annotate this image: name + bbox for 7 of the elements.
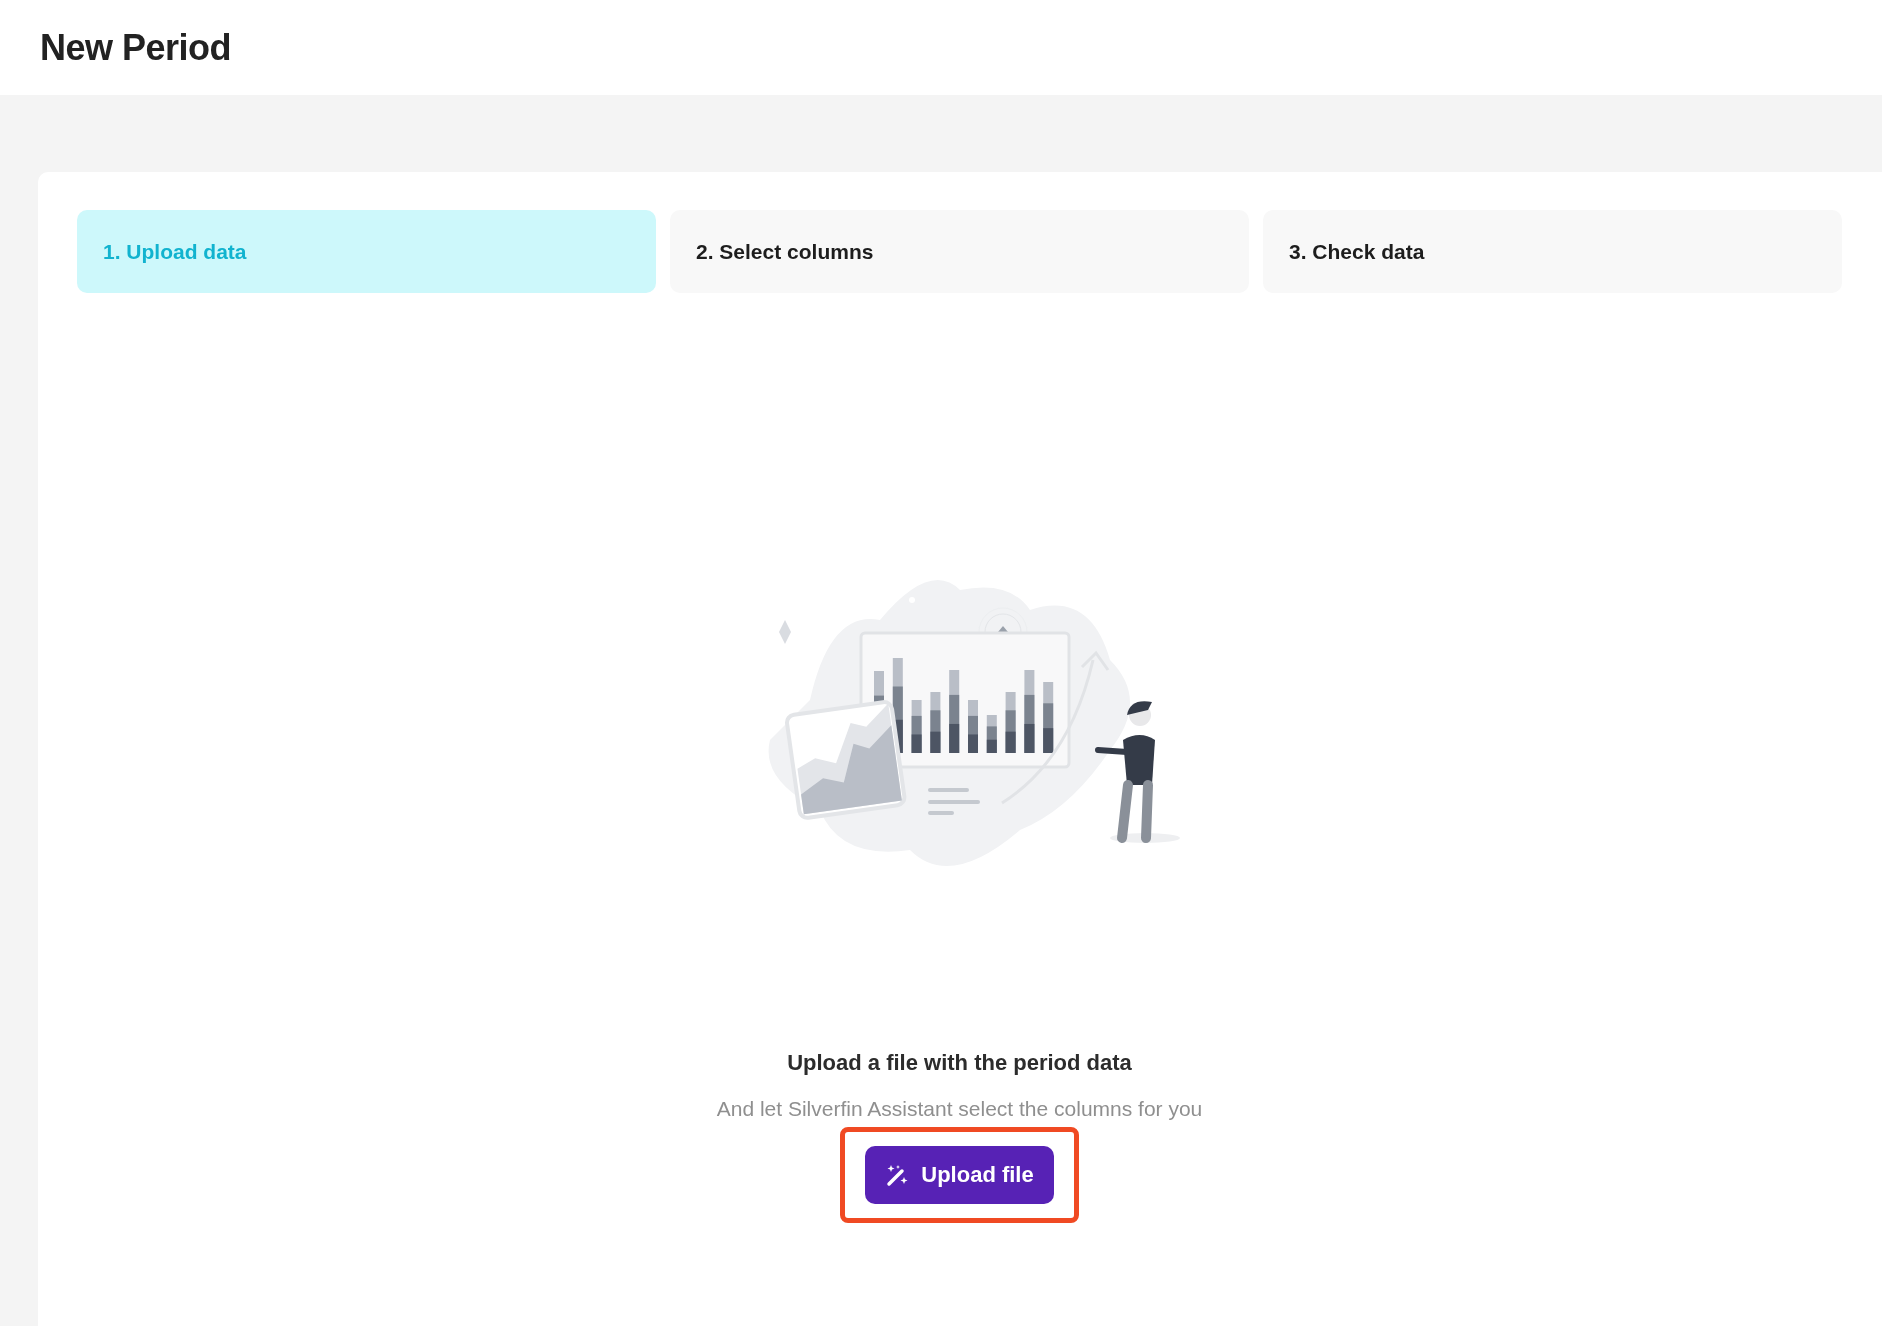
step-tab[interactable]: 3. Check data: [1263, 210, 1842, 293]
empty-state-subtitle: And let Silverfin Assistant select the columns for you: [716, 1097, 1203, 1121]
magic-wand-icon: [885, 1163, 910, 1187]
empty-state-heading: Upload a file with the period data: [787, 1050, 1132, 1076]
upload-file-button[interactable]: Upload file: [865, 1146, 1054, 1204]
page-title: New Period: [40, 26, 232, 69]
step-tab[interactable]: 2. Select columns: [670, 210, 1249, 293]
